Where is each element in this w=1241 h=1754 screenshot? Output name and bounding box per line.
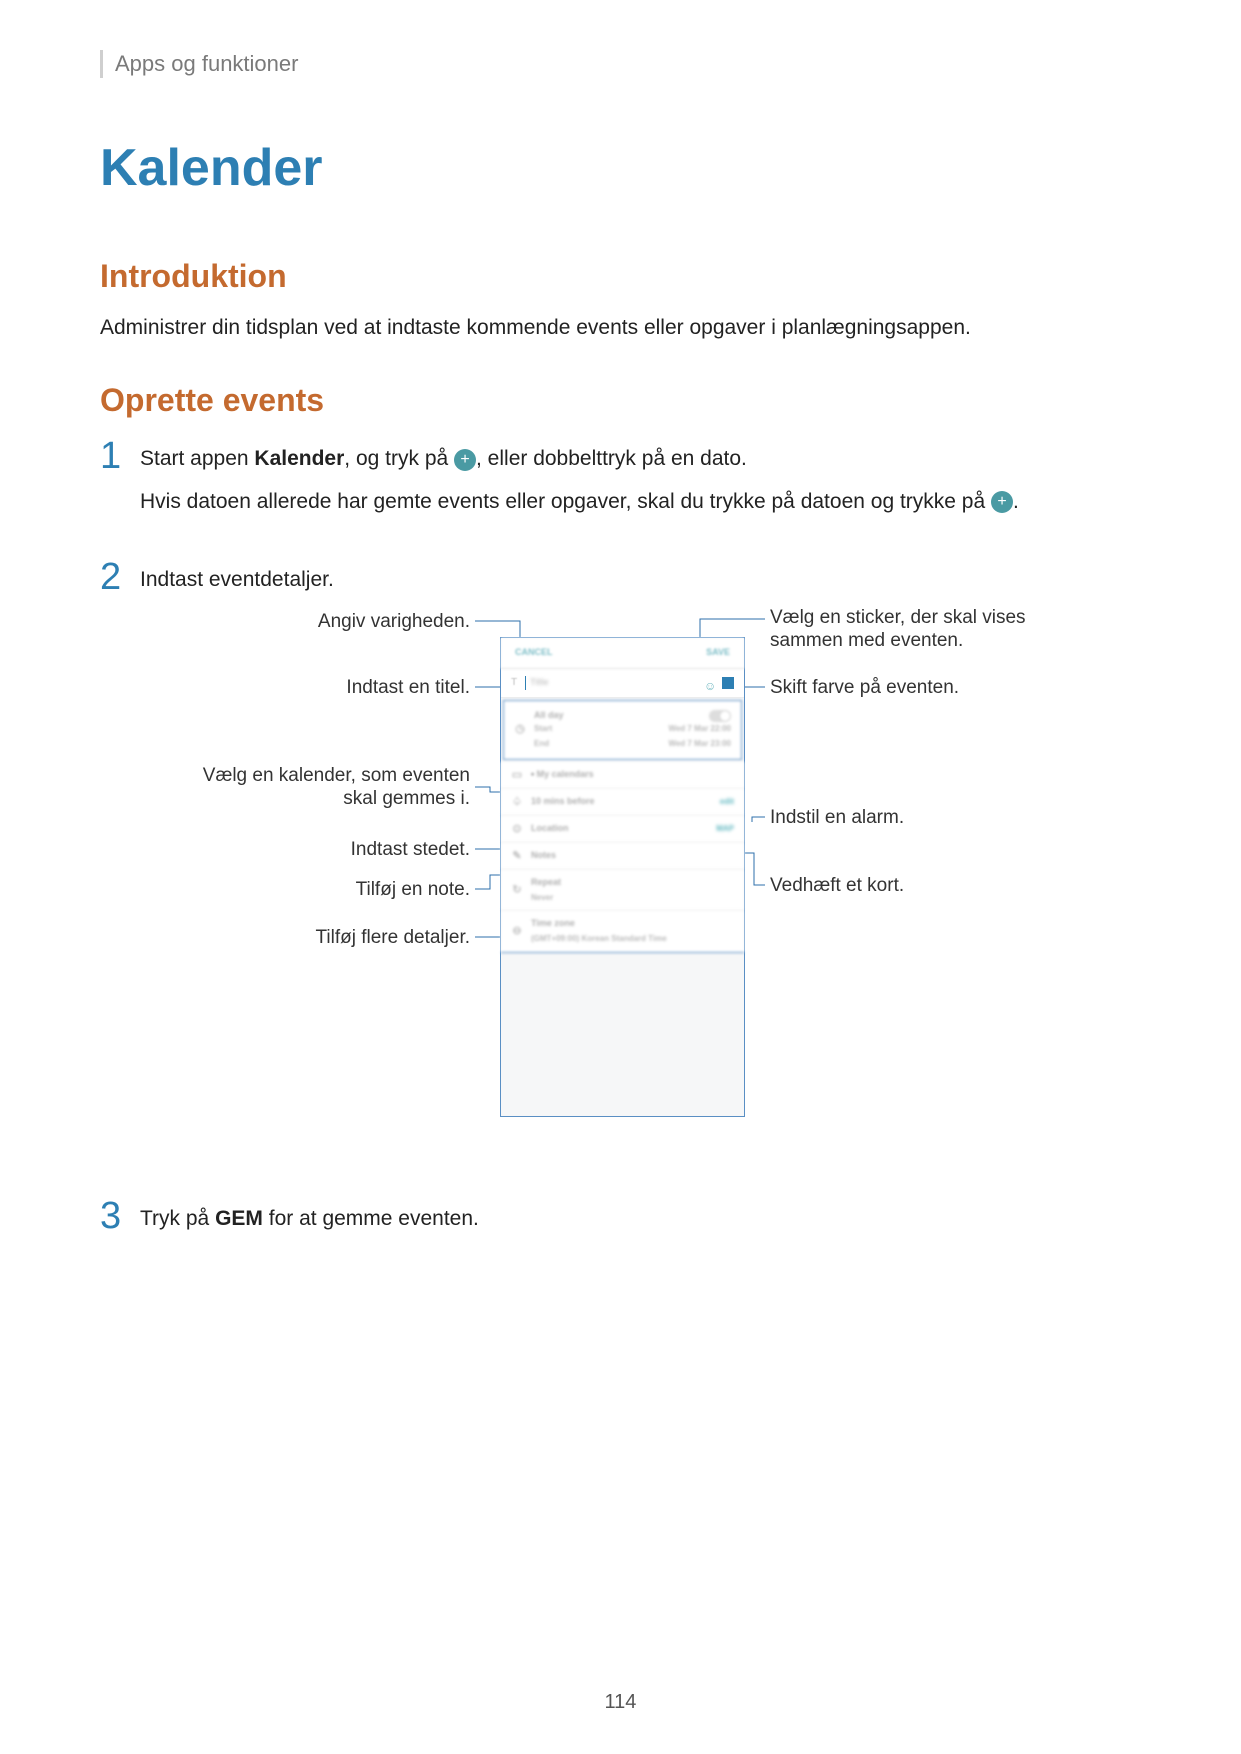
title-field-icon: T [511, 675, 517, 691]
step-number: 1 [100, 437, 140, 528]
callout-location: Indtast stedet. [140, 839, 470, 862]
steps-list: 1 Start appen Kalender, og tryk på +, el… [100, 437, 1141, 1245]
location-row[interactable]: ⊙ Location MAP [501, 816, 744, 843]
title-placeholder: Title [530, 676, 548, 690]
step-1: 1 Start appen Kalender, og tryk på +, el… [100, 437, 1141, 528]
step-body: Start appen Kalender, og tryk på +, elle… [140, 437, 1019, 528]
calendar-value: My calendars [537, 769, 594, 779]
text: Vælg en sticker, der skal vises [770, 607, 1026, 628]
timezone-row[interactable]: ⊖ Time zone (GMT+09:00) Korean Standard … [501, 911, 744, 952]
callout-map: Vedhæft et kort. [770, 875, 1150, 898]
text: , og tryk på [344, 447, 454, 470]
text: sammen med eventen. [770, 630, 963, 651]
breadcrumb-text: Apps og funktioner [115, 51, 298, 77]
intro-body: Administrer din tidsplan ved at indtaste… [100, 313, 1141, 342]
reminder-edit[interactable]: edit [720, 796, 734, 808]
text: Hvis datoen allerede har gemte events el… [140, 490, 991, 513]
step-body: Tryk på GEM for at gemme eventen. [140, 1197, 479, 1246]
location-placeholder: Location [531, 823, 569, 833]
text: skal gemmes i. [343, 788, 470, 809]
section-heading-introduction: Introduktion [100, 258, 1141, 295]
sticker-icon[interactable]: ☺ [704, 677, 716, 689]
timezone-label: Time zone [531, 918, 575, 928]
color-chip[interactable] [722, 677, 734, 689]
start-value: Wed 7 Mar 22:00 [668, 723, 731, 735]
callout-calendar: Vælg en kalender, som eventen skal gemme… [140, 765, 470, 811]
page: Apps og funktioner Kalender Introduktion… [0, 0, 1241, 1754]
reminder-value: 10 mins before [531, 796, 595, 806]
timezone-value: (GMT+09:00) Korean Standard Time [531, 931, 734, 945]
page-title: Kalender [100, 138, 1141, 198]
annotated-screenshot: Angiv varigheden. Indtast en titel. Vælg… [140, 607, 1170, 1167]
map-button[interactable]: MAP [716, 823, 734, 835]
text: for at gemme eventen. [263, 1207, 479, 1230]
notes-row[interactable]: ✎ Notes [501, 843, 744, 870]
step-number: 2 [100, 558, 140, 1167]
reminder-row[interactable]: ♤ 10 mins before edit [501, 789, 744, 816]
callout-title: Indtast en titel. [140, 677, 470, 700]
calendar-icon: ▭ [511, 769, 523, 781]
callout-duration: Angiv varigheden. [140, 611, 470, 634]
text: Vælg en kalender, som eventen [203, 765, 470, 786]
editor-header: CANCEL SAVE [501, 638, 744, 669]
breadcrumb: Apps og funktioner [100, 50, 1141, 78]
note-icon: ✎ [511, 850, 523, 862]
bell-icon: ♤ [511, 796, 523, 808]
repeat-label: Repeat [531, 877, 561, 887]
callout-sticker: Vælg en sticker, der skal vises sammen m… [770, 607, 1150, 653]
section-heading-create-events: Oprette events [100, 382, 1141, 419]
page-number: 114 [0, 1691, 1241, 1714]
start-label: Start [534, 723, 552, 735]
step-body: Indtast eventdetaljer. Angiv varigheden.… [140, 558, 1170, 1167]
text: , eller dobbelttryk på en dato. [476, 447, 747, 470]
calendar-row[interactable]: ▭ • My calendars [501, 762, 744, 789]
end-label: End [534, 738, 549, 750]
phone-event-editor: CANCEL SAVE T Title ☺ ◷ [500, 637, 745, 1117]
text: Tryk på [140, 1207, 215, 1230]
repeat-value: Never [531, 890, 734, 904]
cancel-button[interactable]: CANCEL [515, 646, 553, 660]
text: . [1013, 490, 1019, 513]
callout-note: Tilføj en note. [140, 879, 470, 902]
pin-icon: ⊙ [511, 823, 523, 835]
clock-icon: ◷ [514, 724, 526, 736]
text: Indtast eventdetaljer. [140, 564, 1170, 597]
callout-alarm: Indstil en alarm. [770, 807, 1150, 830]
title-row[interactable]: T Title ☺ [501, 669, 744, 698]
text-cursor [525, 676, 526, 690]
time-block[interactable]: ◷ All day Start Wed 7 Mar 22:00 End Wed 7 … [503, 700, 742, 761]
callout-color: Skift farve på eventen. [770, 677, 1150, 700]
step-number: 3 [100, 1197, 140, 1246]
notes-placeholder: Notes [531, 850, 556, 860]
allday-toggle[interactable] [709, 710, 731, 722]
save-button[interactable]: SAVE [706, 646, 730, 660]
callout-details: Tilføj flere detaljer. [140, 927, 470, 950]
step-3: 3 Tryk på GEM for at gemme eventen. [100, 1197, 1141, 1246]
end-value: Wed 7 Mar 23:00 [668, 738, 731, 750]
repeat-icon: ↻ [511, 884, 523, 896]
gem-label: GEM [215, 1207, 263, 1230]
repeat-row[interactable]: ↻ Repeat Never [501, 870, 744, 911]
plus-icon: + [991, 491, 1013, 513]
globe-icon: ⊖ [511, 925, 523, 937]
app-name: Kalender [254, 447, 344, 470]
step-2: 2 Indtast eventdetaljer. Angiv varighede… [100, 558, 1141, 1167]
allday-label: All day [534, 709, 564, 723]
plus-icon: + [454, 449, 476, 471]
text: Start appen [140, 447, 254, 470]
